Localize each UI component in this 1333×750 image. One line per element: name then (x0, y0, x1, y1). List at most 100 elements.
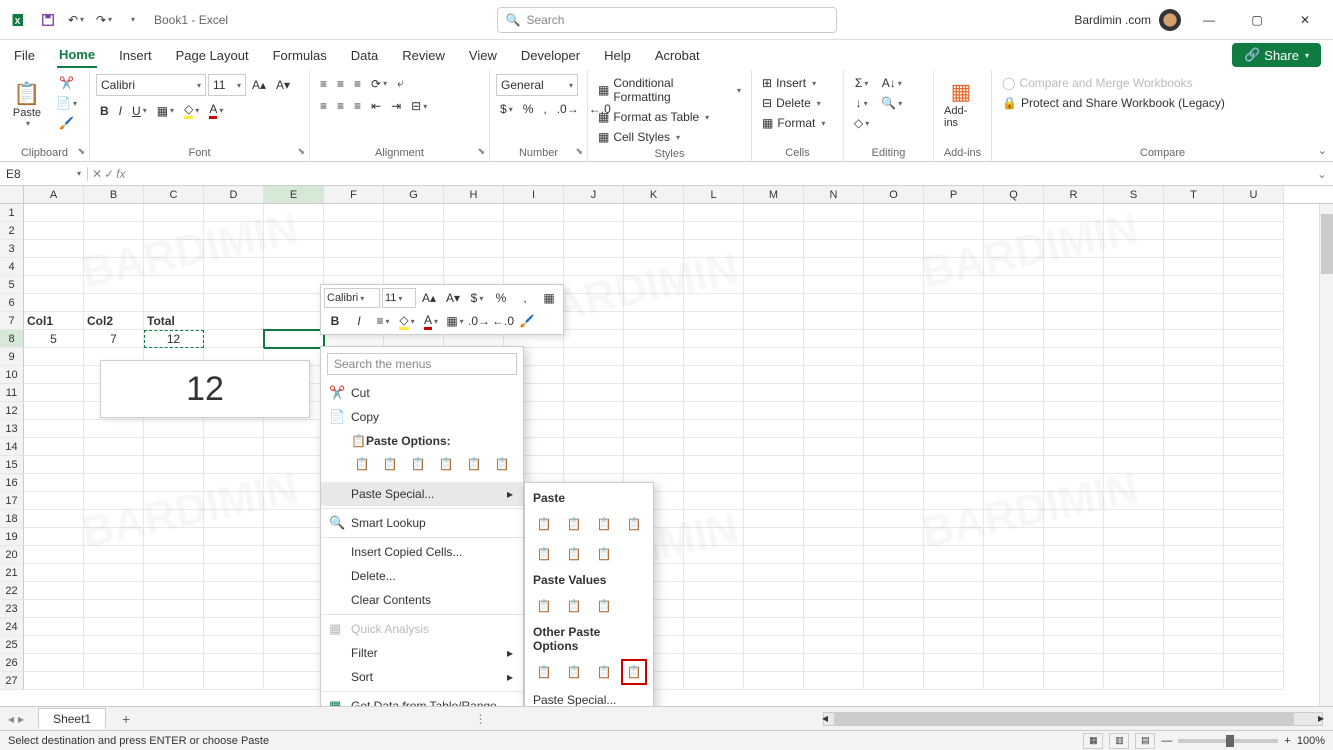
cell[interactable] (744, 474, 804, 492)
add-sheet-button[interactable]: + (114, 711, 138, 727)
row-header[interactable]: 13 (0, 420, 24, 438)
cell[interactable] (264, 312, 324, 330)
clipboard-launcher[interactable]: ⬊ (77, 146, 85, 157)
cell[interactable] (1044, 546, 1104, 564)
cell[interactable] (684, 546, 744, 564)
cell[interactable] (864, 294, 924, 312)
cell[interactable] (144, 294, 204, 312)
cell[interactable] (1164, 510, 1224, 528)
find-select-button[interactable]: 🔍▾ (877, 94, 906, 112)
cell[interactable] (84, 420, 144, 438)
row-header[interactable]: 11 (0, 384, 24, 402)
cell[interactable] (1164, 294, 1224, 312)
cell[interactable] (1104, 672, 1164, 690)
cell[interactable] (744, 312, 804, 330)
cell[interactable] (684, 222, 744, 240)
mini-currency[interactable]: $▾ (466, 288, 488, 308)
cell[interactable] (144, 618, 204, 636)
delete-cells-button[interactable]: ⊟Delete▾ (758, 94, 825, 112)
cell[interactable] (444, 222, 504, 240)
cell[interactable] (744, 510, 804, 528)
cell[interactable] (1164, 258, 1224, 276)
cell[interactable] (1104, 312, 1164, 330)
cell[interactable] (984, 384, 1044, 402)
compare-merge-button[interactable]: ◯Compare and Merge Workbooks (998, 74, 1197, 92)
cell[interactable] (1104, 294, 1164, 312)
column-header[interactable]: M (744, 186, 804, 203)
cell[interactable] (1224, 222, 1284, 240)
cell[interactable] (564, 348, 624, 366)
cell[interactable] (864, 240, 924, 258)
paste-transpose-icon[interactable]: 📋 (435, 452, 457, 476)
cell[interactable] (84, 492, 144, 510)
cell[interactable] (1044, 276, 1104, 294)
cell[interactable] (1104, 618, 1164, 636)
sheet-tabs-options[interactable]: ⋮ (469, 712, 493, 726)
cell[interactable] (1224, 384, 1284, 402)
mini-increase-decimal[interactable]: .0→ (468, 311, 490, 331)
cell[interactable] (204, 618, 264, 636)
cell[interactable] (924, 258, 984, 276)
cell[interactable] (684, 240, 744, 258)
cell[interactable] (84, 528, 144, 546)
cell[interactable] (804, 582, 864, 600)
cell[interactable] (924, 438, 984, 456)
orientation-button[interactable]: ⟳▾ (367, 75, 391, 93)
cell[interactable] (624, 384, 684, 402)
cell[interactable] (1224, 582, 1284, 600)
cell[interactable] (1044, 420, 1104, 438)
cell[interactable] (504, 222, 564, 240)
row-header[interactable]: 17 (0, 492, 24, 510)
cell[interactable] (1044, 618, 1104, 636)
italic-button[interactable]: I (115, 102, 126, 120)
row-header[interactable]: 26 (0, 654, 24, 672)
cell[interactable] (564, 366, 624, 384)
cell[interactable] (384, 204, 444, 222)
ctx-delete[interactable]: Delete... (321, 564, 523, 588)
row-header[interactable]: 12 (0, 402, 24, 420)
cell[interactable] (204, 222, 264, 240)
cell[interactable] (684, 438, 744, 456)
cell[interactable] (1224, 456, 1284, 474)
cell[interactable] (984, 222, 1044, 240)
cell[interactable] (1164, 456, 1224, 474)
sub-linked-picture[interactable]: 📋 (621, 659, 647, 685)
cell[interactable] (204, 582, 264, 600)
cell[interactable] (1164, 348, 1224, 366)
cell[interactable] (1164, 474, 1224, 492)
cell[interactable] (264, 600, 324, 618)
cell[interactable] (684, 384, 744, 402)
cell[interactable] (684, 276, 744, 294)
cell[interactable] (144, 204, 204, 222)
sub-formatting[interactable]: 📋 (531, 659, 557, 685)
cell[interactable] (204, 294, 264, 312)
cell[interactable] (564, 456, 624, 474)
font-size-select[interactable]: 11▾ (208, 74, 246, 96)
cell[interactable] (84, 600, 144, 618)
cell-styles-button[interactable]: ▦Cell Styles▾ (594, 128, 684, 146)
cell[interactable] (24, 294, 84, 312)
zoom-level[interactable]: 100% (1297, 735, 1325, 747)
cell[interactable] (924, 564, 984, 582)
cell[interactable] (24, 546, 84, 564)
paste-values-icon[interactable]: 📋 (379, 452, 401, 476)
cell[interactable] (24, 636, 84, 654)
cell[interactable] (684, 636, 744, 654)
cell[interactable] (24, 456, 84, 474)
share-button[interactable]: 🔗 Share ▾ (1232, 43, 1321, 67)
cell[interactable] (1104, 348, 1164, 366)
cell[interactable] (744, 330, 804, 348)
cell[interactable] (1104, 204, 1164, 222)
cell[interactable] (684, 258, 744, 276)
row-header[interactable]: 24 (0, 618, 24, 636)
cell[interactable] (504, 258, 564, 276)
cell[interactable] (1104, 366, 1164, 384)
cell[interactable] (804, 528, 864, 546)
cell[interactable] (864, 618, 924, 636)
mini-percent[interactable]: % (490, 288, 512, 308)
name-box[interactable]: E8▾ (0, 167, 88, 181)
cell[interactable] (1164, 618, 1224, 636)
cell[interactable] (864, 366, 924, 384)
maximize-button[interactable]: ▢ (1237, 5, 1277, 35)
cell[interactable] (264, 546, 324, 564)
